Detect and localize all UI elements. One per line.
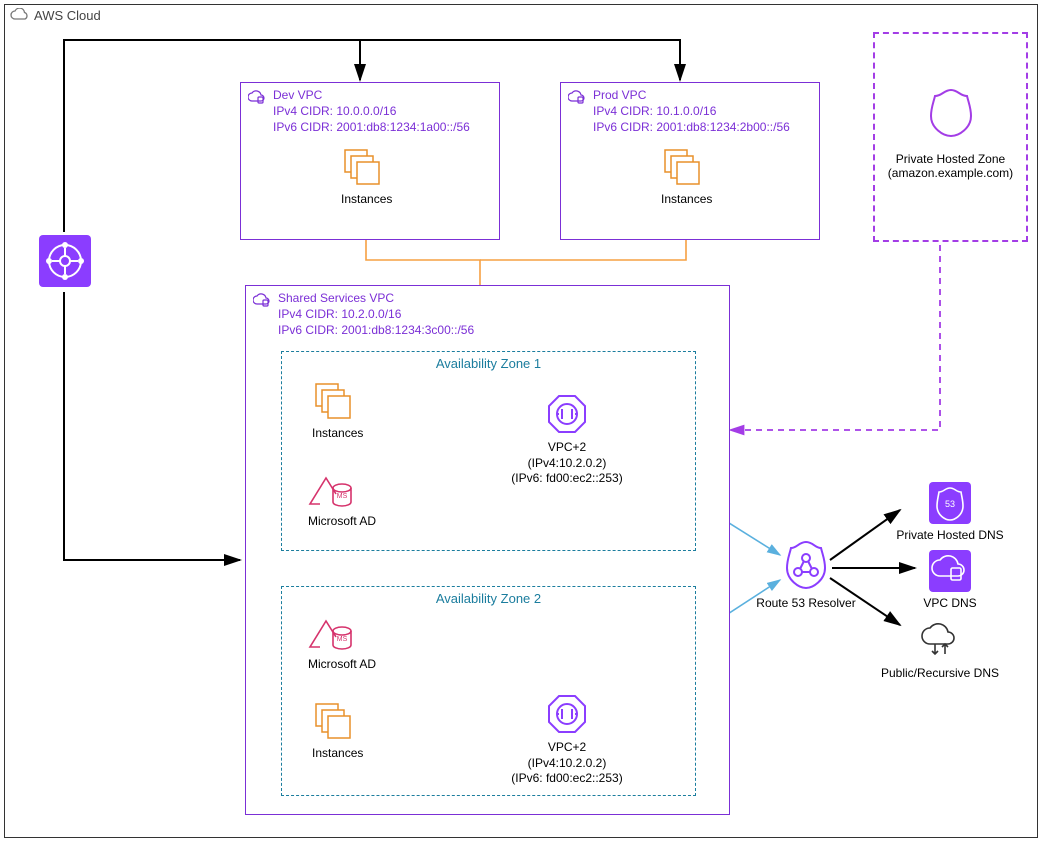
availability-zone-1: Availability Zone 1 Instances MS Microso… [281,351,696,551]
private-dns-label: Private Hosted DNS [890,528,1010,544]
prod-instances: Instances [661,148,712,208]
dev-vpc-name: Dev VPC [273,87,470,103]
prod-vpc-ipv6: IPv6 CIDR: 2001:db8:1234:2b00::/56 [593,119,790,135]
az2-vpc2-ipv4: (IPv4:10.2.0.2) [528,756,607,770]
az2-vpc2-ipv6: (IPv6: fd00:ec2::253) [511,771,622,785]
hosted-zone-domain: (amazon.example.com) [888,166,1013,180]
vpc-dns: VPC DNS [910,550,990,612]
transit-gateway-icon [39,235,91,287]
ec2-instances-icon [661,148,705,188]
svg-text:MS: MS [337,493,348,500]
aws-cloud-text: AWS Cloud [34,8,101,23]
svg-text:MS: MS [337,636,348,643]
public-recursive-dns: Public/Recursive DNS [870,620,1010,682]
vpc-dns-label: VPC DNS [910,596,990,612]
shared-vpc: Shared Services VPC IPv4 CIDR: 10.2.0.0/… [245,285,730,815]
dev-instances: Instances [341,148,392,208]
transit-gateway [39,235,91,287]
prod-vpc-ipv4: IPv4 CIDR: 10.1.0.0/16 [593,103,790,119]
shared-vpc-header: Shared Services VPC IPv4 CIDR: 10.2.0.0/… [246,286,729,343]
hosted-zone-icon [875,84,1026,140]
az1-instances-label: Instances [312,426,363,442]
az1-microsoft-ad: MS Microsoft AD [308,474,376,530]
cloud-icon [10,8,30,22]
az2-vpc2-label: VPC+2 [548,740,586,754]
resolver-endpoint-icon [545,392,589,436]
internet-dns-icon [919,620,961,662]
prod-instances-label: Instances [661,192,712,208]
hosted-zone-title: Private Hosted Zone [896,152,1005,166]
route53-icon: 53 [929,482,971,524]
az2-instances: Instances [312,702,363,762]
microsoft-ad-icon: MS [308,474,358,510]
dev-vpc-ipv6: IPv6 CIDR: 2001:db8:1234:1a00::/56 [273,119,470,135]
shared-vpc-name: Shared Services VPC [278,290,474,306]
shared-vpc-ipv4: IPv4 CIDR: 10.2.0.0/16 [278,306,474,322]
az2-microsoft-ad: MS Microsoft AD [308,617,376,673]
vpc-dns-icon [929,550,971,592]
prod-vpc: Prod VPC IPv4 CIDR: 10.1.0.0/16 IPv6 CID… [560,82,820,240]
resolver-label: Route 53 Resolver [756,596,856,612]
route53-resolver: Route 53 Resolver [756,538,856,612]
az2-ad-label: Microsoft AD [308,657,376,673]
az2-title: Availability Zone 2 [282,591,695,606]
az1-vpc2-ipv4: (IPv4:10.2.0.2) [528,456,607,470]
az1-vpc2-label: VPC+2 [548,440,586,454]
public-dns-label: Public/Recursive DNS [870,666,1010,682]
az1-vpc-plus-2: VPC+2 (IPv4:10.2.0.2) (IPv6: fd00:ec2::2… [507,392,627,487]
az1-instances: Instances [312,382,363,442]
dev-instances-label: Instances [341,192,392,208]
aws-cloud-label: AWS Cloud [4,4,107,26]
az1-title: Availability Zone 1 [282,356,695,371]
az1-vpc2-ipv6: (IPv6: fd00:ec2::253) [511,471,622,485]
dev-vpc: Dev VPC IPv4 CIDR: 10.0.0.0/16 IPv6 CIDR… [240,82,500,240]
dev-vpc-header: Dev VPC IPv4 CIDR: 10.0.0.0/16 IPv6 CIDR… [241,83,499,140]
az2-instances-label: Instances [312,746,363,762]
resolver-endpoint-icon [545,692,589,736]
private-hosted-zone: Private Hosted Zone (amazon.example.com) [873,32,1028,242]
prod-vpc-name: Prod VPC [593,87,790,103]
private-hosted-dns: 53 Private Hosted DNS [890,482,1010,544]
ec2-instances-icon [312,702,356,742]
route53-resolver-icon [779,538,833,592]
availability-zone-2: Availability Zone 2 MS Microsoft AD Inst… [281,586,696,796]
vpc-icon [567,87,587,107]
az1-ad-label: Microsoft AD [308,514,376,530]
microsoft-ad-icon: MS [308,617,358,653]
svg-text:53: 53 [945,499,955,509]
dev-vpc-ipv4: IPv4 CIDR: 10.0.0.0/16 [273,103,470,119]
ec2-instances-icon [341,148,385,188]
ec2-instances-icon [312,382,356,422]
prod-vpc-header: Prod VPC IPv4 CIDR: 10.1.0.0/16 IPv6 CID… [561,83,819,140]
vpc-icon [247,87,267,107]
az2-vpc-plus-2: VPC+2 (IPv4:10.2.0.2) (IPv6: fd00:ec2::2… [507,692,627,787]
shared-vpc-ipv6: IPv6 CIDR: 2001:db8:1234:3c00::/56 [278,322,474,338]
vpc-icon [252,290,272,310]
